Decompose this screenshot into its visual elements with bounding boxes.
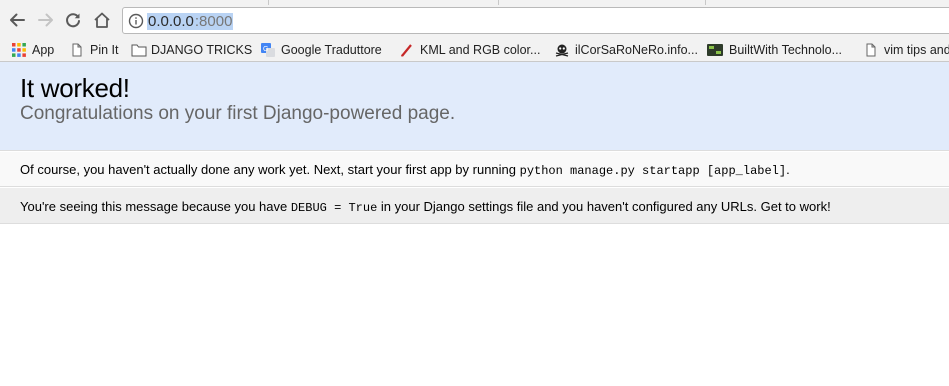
- bookmark-label: Pin It: [90, 42, 119, 57]
- bookmark-label: ilCorSaRoNeRo.info...: [575, 42, 698, 57]
- debug-setting: DEBUG = True: [290, 201, 378, 215]
- info-icon[interactable]: [128, 13, 144, 29]
- home-button[interactable]: [91, 8, 113, 32]
- startapp-command: python manage.py startapp [app_label]: [519, 164, 787, 178]
- bookmark-pin-it[interactable]: Pin It: [70, 40, 119, 59]
- skull-icon: [555, 43, 569, 57]
- bookmark-label: Google Traduttore: [281, 42, 382, 57]
- forward-button[interactable]: [35, 8, 57, 32]
- browser-toolbar: 0.0.0.0:8000: [0, 5, 949, 37]
- page-icon: [864, 43, 878, 57]
- reload-icon: [66, 13, 80, 28]
- instructions-section: Of course, you haven't actually done any…: [0, 152, 949, 187]
- instructions-suffix: .: [786, 162, 790, 177]
- bookmark-label: App: [32, 42, 55, 57]
- back-button[interactable]: [6, 8, 28, 32]
- bookmark-vim-tips[interactable]: vim tips and: [864, 40, 949, 59]
- url-text[interactable]: 0.0.0.0:8000: [147, 13, 234, 30]
- url-host: 0.0.0.0: [147, 13, 195, 30]
- pen-icon: [400, 43, 414, 57]
- home-icon: [94, 12, 110, 28]
- bookmark-ilcorsaronero[interactable]: ilCorSaRoNeRo.info...: [555, 40, 698, 59]
- bookmark-label: vim tips and: [884, 42, 949, 57]
- explanation-lead: You're seeing this message because you h…: [20, 199, 291, 214]
- explanation-tail: in your Django settings file and you hav…: [377, 199, 831, 214]
- bookmark-label: DJANGO TRICKS: [151, 42, 253, 57]
- page-subtitle: Congratulations on your first Django-pow…: [20, 103, 456, 124]
- instructions-text: Of course, you haven't actually done any…: [20, 162, 790, 178]
- instructions-sentence: Of course, you haven't actually done any…: [20, 162, 520, 177]
- reload-button[interactable]: [62, 8, 84, 32]
- bookmark-label: KML and RGB color...: [420, 42, 541, 57]
- svg-text:G: G: [263, 46, 268, 53]
- forward-arrow-icon: [38, 13, 53, 27]
- folder-icon: [131, 43, 147, 57]
- url-port: :8000: [194, 13, 234, 30]
- bookmark-django-tricks[interactable]: DJANGO TRICKS: [131, 40, 252, 59]
- address-bar[interactable]: 0.0.0.0:8000: [122, 7, 949, 34]
- bookmark-google-traduttore[interactable]: G Google Traduttore: [261, 40, 382, 59]
- page-title: It worked!: [20, 73, 130, 103]
- bookmark-builtwith[interactable]: BuiltWith Technolo...: [707, 40, 842, 59]
- bookmark-app[interactable]: App: [12, 40, 54, 59]
- translate-icon: G: [261, 42, 275, 57]
- bookmark-label: BuiltWith Technolo...: [729, 42, 843, 57]
- back-arrow-icon: [10, 13, 25, 27]
- apps-grid-icon: [12, 42, 26, 57]
- explanation-section: You're seeing this message because you h…: [0, 188, 949, 224]
- summary-section: It worked! Congratulations on your first…: [0, 62, 949, 151]
- page-icon: [70, 43, 84, 57]
- builtwith-icon: [707, 43, 723, 57]
- bookmark-kml-rgb[interactable]: KML and RGB color...: [400, 40, 540, 59]
- explanation-text: You're seeing this message because you h…: [20, 199, 831, 215]
- bookmarks-bar: App Pin It DJANGO TRICKS G Google Tradut…: [0, 37, 949, 62]
